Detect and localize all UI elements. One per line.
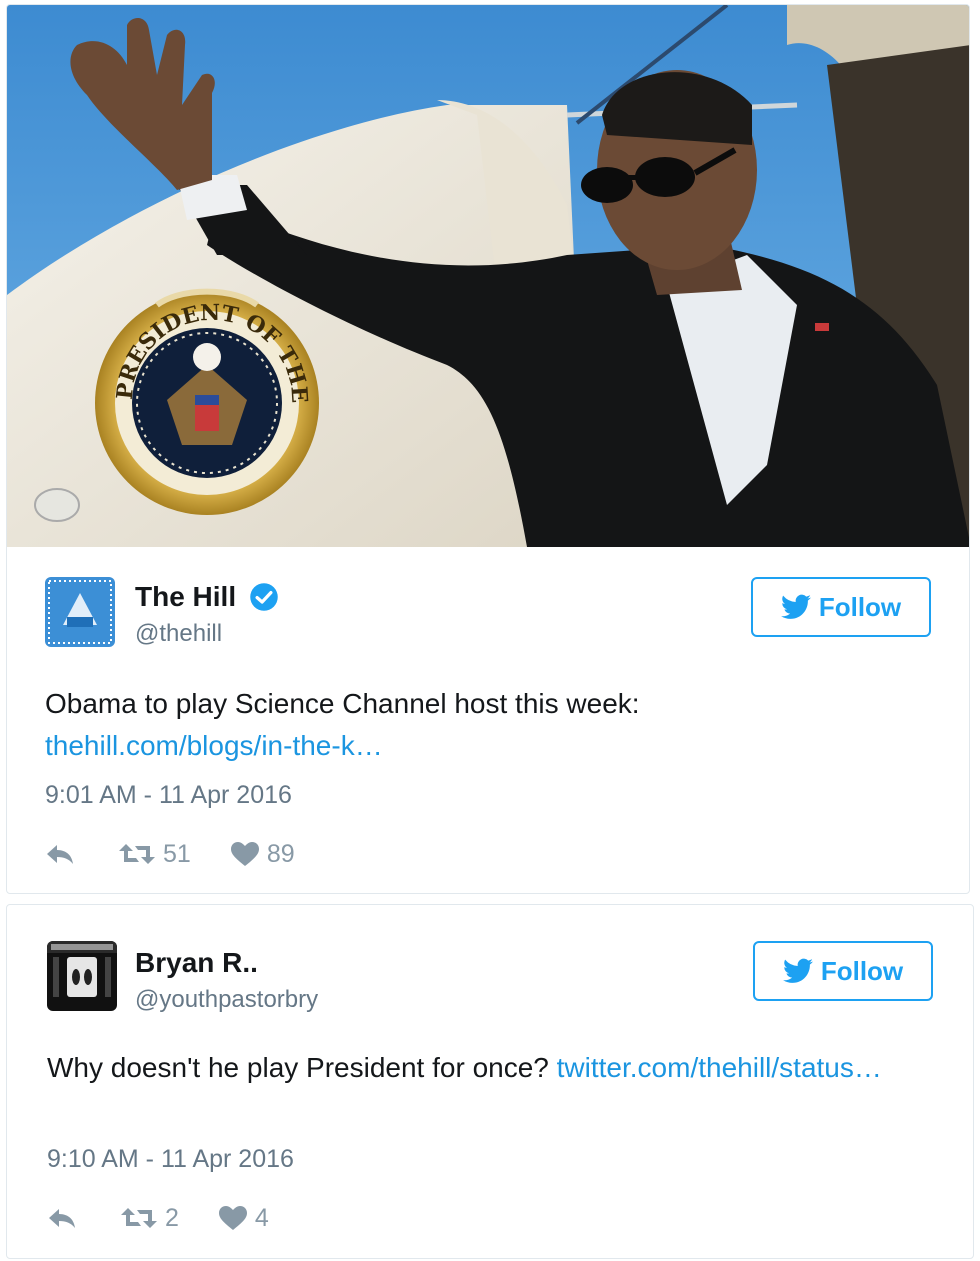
- retweet-count: 51: [163, 839, 191, 868]
- follow-button[interactable]: Follow: [753, 941, 933, 1001]
- reply-icon: [49, 1209, 75, 1228]
- display-name[interactable]: The Hill: [135, 577, 236, 617]
- follow-label: Follow: [818, 591, 902, 622]
- tweet-card-thehill: PRESIDENT OF THE UNITED STATES: [6, 4, 970, 894]
- tweet-link[interactable]: thehill.com/blogs/in-the-k…: [45, 730, 383, 761]
- timestamp[interactable]: 9:01 AM - 11 Apr 2016: [45, 781, 292, 810]
- like-button[interactable]: 89: [230, 839, 295, 869]
- twitter-bird-icon: [782, 958, 813, 983]
- like-button[interactable]: 4: [218, 1203, 269, 1233]
- user-handle[interactable]: @youthpastorbry: [135, 983, 318, 1017]
- tweet-link[interactable]: twitter.com/thehill/status…: [557, 1052, 882, 1083]
- follow-button[interactable]: Follow: [751, 577, 931, 637]
- retweet-button[interactable]: 2: [121, 1204, 179, 1233]
- timestamp[interactable]: 9:10 AM - 11 Apr 2016: [47, 1145, 294, 1174]
- tweet-text-content: Why doesn't he play President for once?: [47, 1052, 557, 1083]
- follow-label: Follow: [820, 955, 904, 986]
- heart-icon: [218, 1206, 247, 1230]
- like-count: 89: [266, 839, 295, 868]
- tweet-actions: 2 4: [47, 1201, 269, 1235]
- retweet-icon: [119, 844, 155, 864]
- tweet-text: Why doesn't he play President for once? …: [47, 1047, 933, 1089]
- tweet-card-youthpastorbry: Bryan R.. @youthpastorbry Follow Why doe…: [6, 904, 974, 1259]
- user-handle[interactable]: @thehill: [135, 617, 279, 651]
- retweet-icon: [121, 1208, 157, 1228]
- twitter-bird-icon: [780, 594, 811, 619]
- avatar[interactable]: [47, 941, 117, 1011]
- avatar[interactable]: [45, 577, 115, 647]
- retweet-count: 2: [165, 1203, 179, 1232]
- reply-button[interactable]: [45, 842, 75, 866]
- tweet-text: Obama to play Science Channel host this …: [45, 683, 909, 767]
- heart-icon: [230, 842, 259, 866]
- reply-icon: [47, 845, 73, 864]
- retweet-button[interactable]: 51: [119, 840, 191, 869]
- tweet-text-content: Obama to play Science Channel host this …: [45, 688, 640, 719]
- display-name[interactable]: Bryan R..: [135, 943, 258, 983]
- tweet-photo[interactable]: PRESIDENT OF THE UNITED STATES: [7, 5, 969, 547]
- like-count: 4: [254, 1203, 269, 1232]
- reply-button[interactable]: [47, 1206, 77, 1230]
- verified-badge-icon: [249, 583, 278, 611]
- tweet-actions: 51 89: [45, 837, 295, 871]
